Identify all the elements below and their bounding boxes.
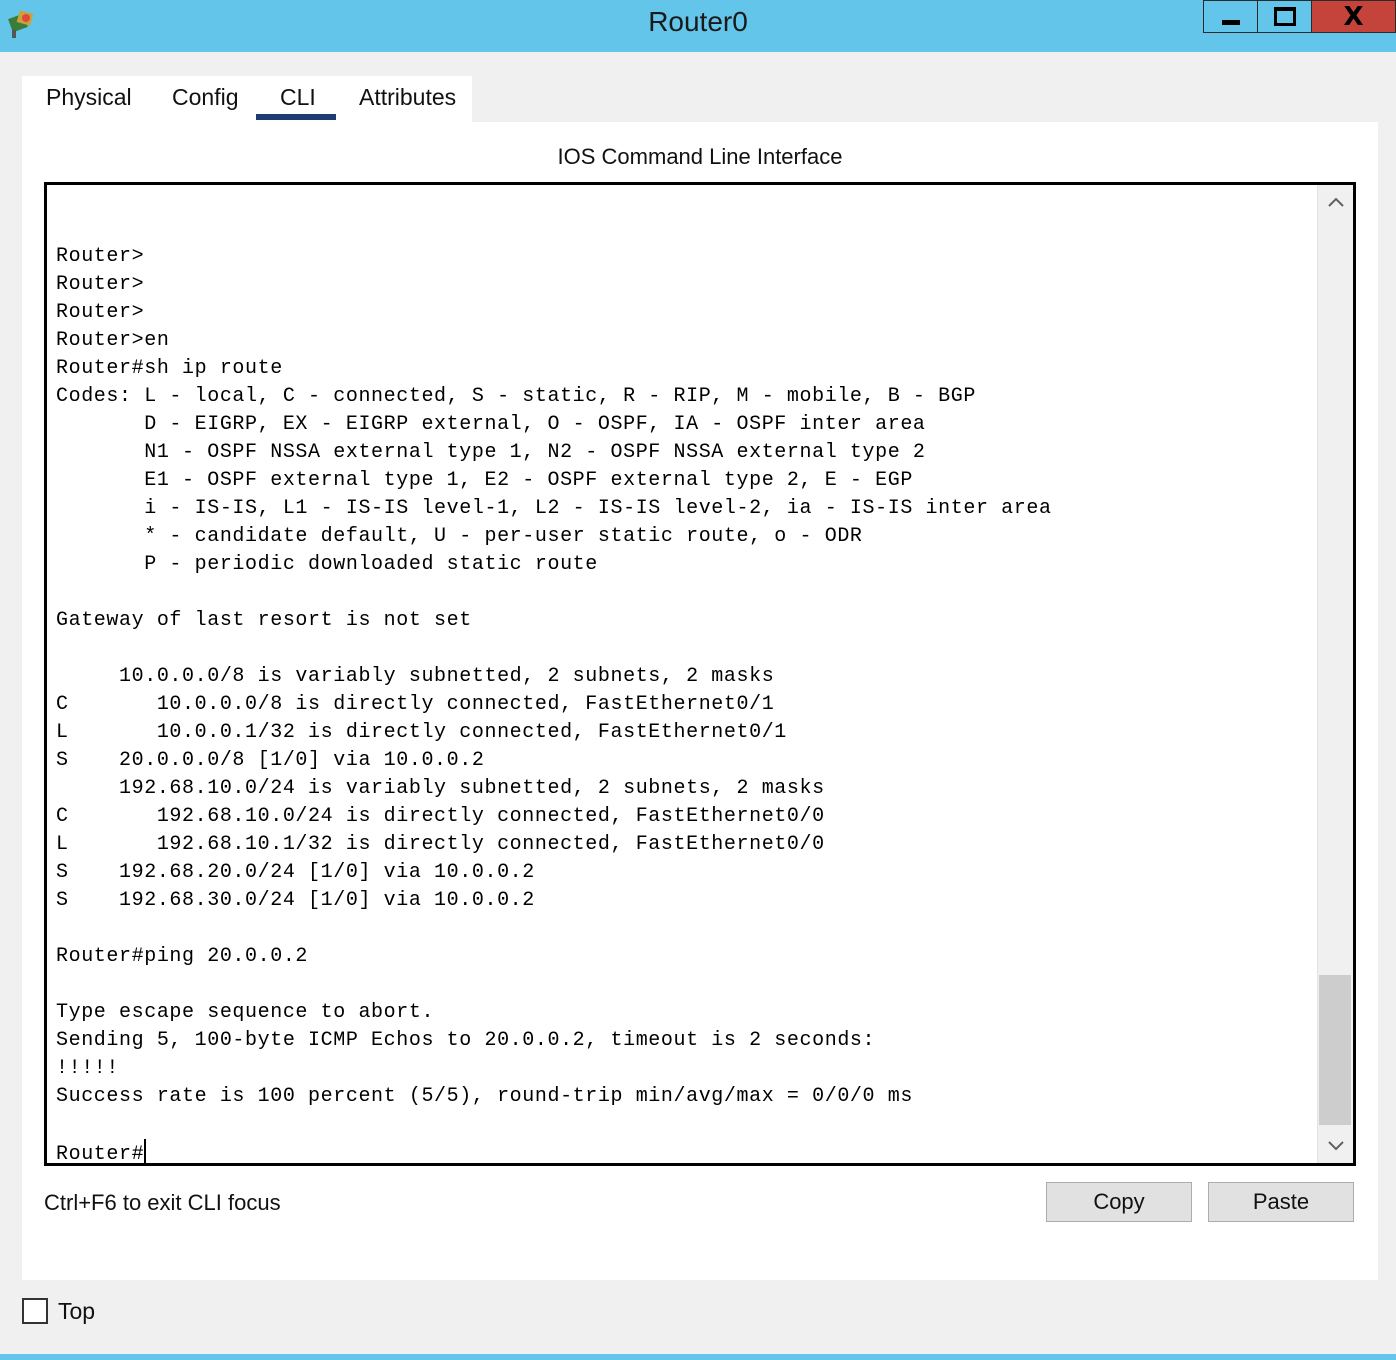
maximize-button[interactable] — [1257, 0, 1311, 33]
top-checkbox-label[interactable]: Top — [58, 1298, 95, 1325]
cli-output-text: Router> Router> Router> Router>en Router… — [56, 245, 1052, 1108]
focus-hint: Ctrl+F6 to exit CLI focus — [44, 1190, 281, 1215]
minimize-button[interactable] — [1203, 0, 1257, 33]
tab-attributes[interactable]: Attributes — [359, 84, 456, 111]
active-tab-indicator — [256, 114, 336, 120]
tab-strip: Physical Config CLI Attributes — [22, 76, 472, 122]
minimize-icon — [1221, 20, 1240, 25]
tab-cli[interactable]: CLI — [280, 84, 316, 111]
cli-prompt: Router# — [56, 1143, 145, 1166]
title-bar[interactable]: Router0 X — [0, 0, 1396, 52]
maximize-icon — [1273, 7, 1296, 26]
paste-button[interactable]: Paste — [1208, 1182, 1354, 1222]
scroll-up-button[interactable] — [1318, 185, 1353, 219]
cli-heading: IOS Command Line Interface — [557, 144, 843, 169]
window-title: Router0 — [648, 6, 748, 37]
scroll-thumb[interactable] — [1319, 975, 1351, 1125]
copy-button[interactable]: Copy — [1046, 1182, 1192, 1222]
scroll-down-button[interactable] — [1318, 1129, 1353, 1163]
text-cursor — [144, 1139, 147, 1163]
tab-physical[interactable]: Physical — [46, 84, 132, 111]
window-body: Physical Config CLI Attributes IOS Comma… — [0, 52, 1396, 1354]
close-icon: X — [1343, 1, 1364, 32]
vertical-scrollbar[interactable] — [1317, 185, 1353, 1163]
cli-panel: IOS Command Line Interface Router> Route… — [22, 122, 1378, 1280]
tab-config[interactable]: Config — [172, 84, 238, 111]
window-bottom-border — [0, 1354, 1396, 1360]
scroll-down-icon — [1327, 1141, 1344, 1151]
scroll-up-icon — [1327, 197, 1344, 207]
cli-output[interactable]: Router> Router> Router> Router>en Router… — [56, 243, 1052, 1169]
top-checkbox[interactable] — [22, 1298, 48, 1324]
cli-terminal[interactable]: Router> Router> Router> Router>en Router… — [44, 182, 1356, 1166]
close-button[interactable]: X — [1311, 0, 1396, 33]
